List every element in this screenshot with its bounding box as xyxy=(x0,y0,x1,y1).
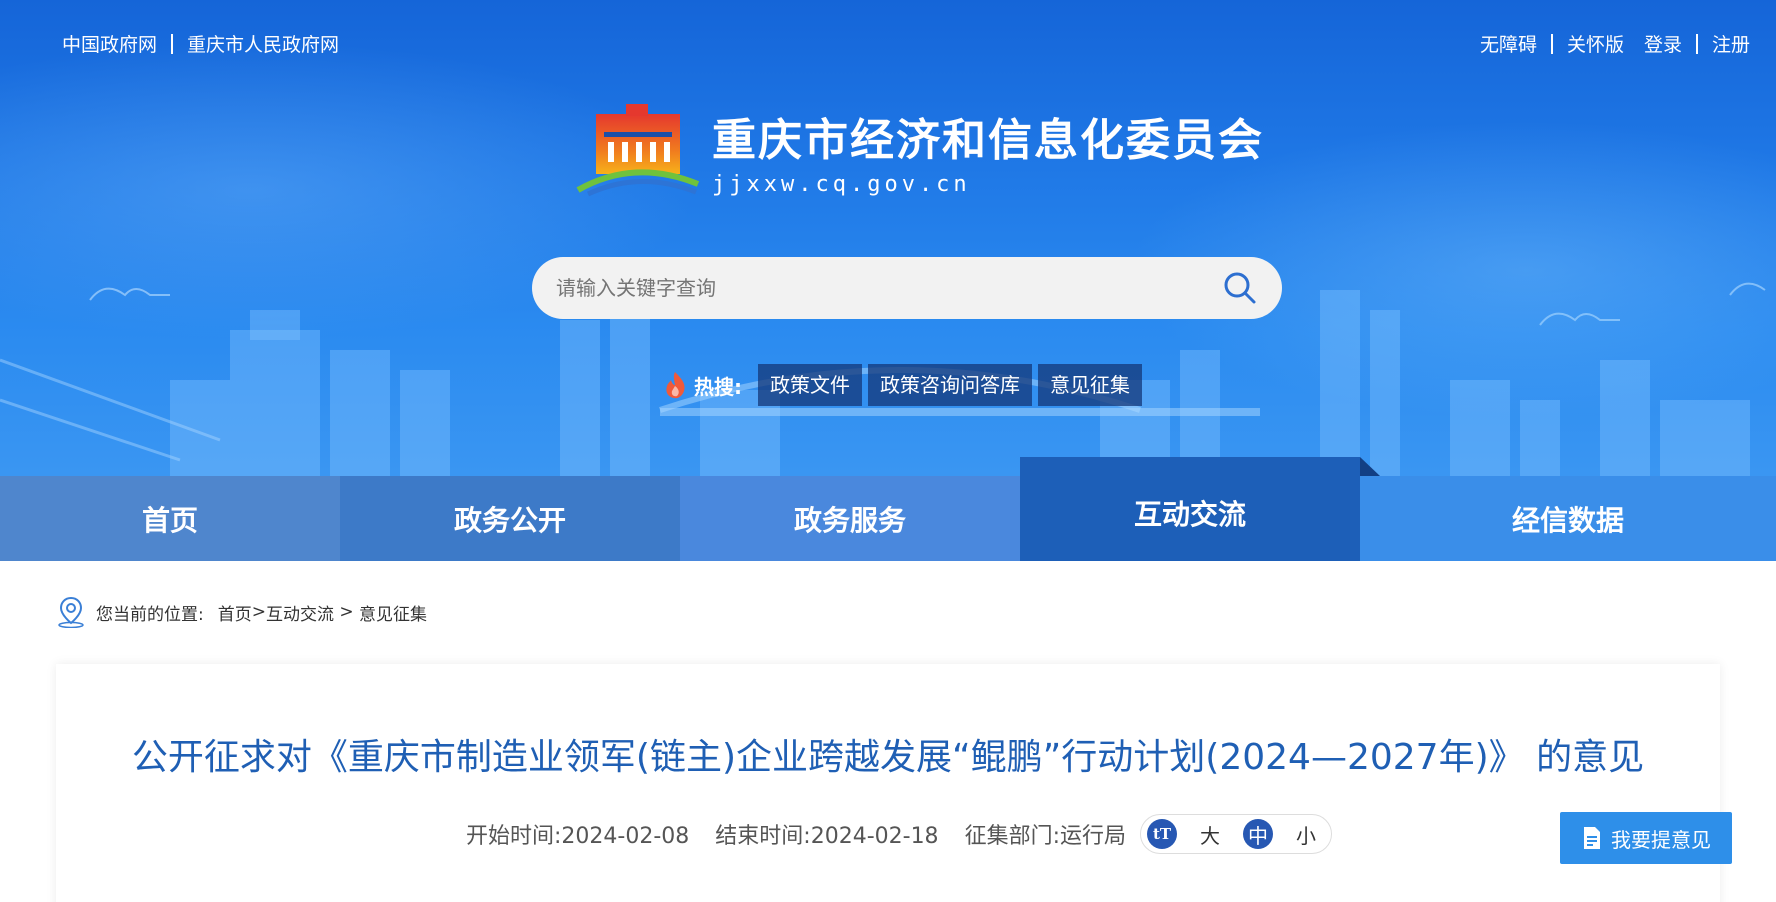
breadcrumb-separator: > xyxy=(333,602,360,622)
breadcrumb: 您当前的位置: 首页 > 互动交流 > 意见征集 xyxy=(56,596,427,628)
site-logo[interactable]: 重庆市经济和信息化委员会 jjxxw.cq.gov.cn xyxy=(574,100,1264,200)
top-links-right: 无障碍 关怀版 登录 注册 xyxy=(1480,30,1750,57)
breadcrumb-home[interactable]: 首页 xyxy=(218,600,252,625)
top-links-left: 中国政府网 重庆市人民政府网 xyxy=(62,30,339,57)
link-divider xyxy=(1550,33,1553,54)
font-size-icon: tT xyxy=(1147,819,1177,849)
article-card: 公开征求对《重庆市制造业领军(链主)企业跨越发展“鲲鹏”行动计划(2024—20… xyxy=(56,664,1732,902)
department-label: 征集部门: xyxy=(964,824,1060,849)
end-time-value: 2024-02-18 xyxy=(810,824,939,849)
location-pin-icon xyxy=(58,596,84,628)
site-title: 重庆市经济和信息化委员会 xyxy=(712,114,1264,166)
breadcrumb-separator: > xyxy=(251,602,266,622)
hot-tag-policy-qa[interactable]: 政策咨询问答库 xyxy=(868,364,1032,406)
department-value: 运行局 xyxy=(1059,824,1126,849)
link-register[interactable]: 注册 xyxy=(1712,30,1750,57)
department: 征集部门:运行局 xyxy=(965,818,1126,850)
article-meta: 开始时间:2024-02-08 结束时间:2024-02-18 征集部门:运行局… xyxy=(466,814,1332,854)
breadcrumb-interaction[interactable]: 互动交流 xyxy=(266,600,334,625)
header-banner: 中国政府网 重庆市人民政府网 无障碍 关怀版 登录 注册 重庆市经济和信息化委员… xyxy=(0,0,1776,476)
search-icon[interactable] xyxy=(1222,270,1258,306)
link-divider xyxy=(171,33,174,54)
link-accessibility[interactable]: 无障碍 xyxy=(1480,30,1537,57)
hot-tag-policy-docs[interactable]: 政策文件 xyxy=(758,364,862,406)
breadcrumb-prefix: 您当前的位置: xyxy=(96,604,204,625)
nav-interaction[interactable]: 互动交流 xyxy=(1020,457,1380,561)
nav-home[interactable]: 首页 xyxy=(0,476,340,561)
font-size-large[interactable]: 大 xyxy=(1195,819,1225,849)
font-size-small[interactable]: 小 xyxy=(1291,819,1321,849)
site-url: jjxxw.cq.gov.cn xyxy=(712,171,971,197)
link-divider xyxy=(1695,33,1698,54)
fire-icon xyxy=(666,372,685,399)
nav-data[interactable]: 经信数据 xyxy=(1360,476,1776,561)
font-size-medium[interactable]: 中 xyxy=(1243,819,1273,849)
article-title: 公开征求对《重庆市制造业领军(链主)企业跨越发展“鲲鹏”行动计划(2024—20… xyxy=(131,737,1645,778)
link-login[interactable]: 登录 xyxy=(1644,30,1682,57)
submit-opinion-label: 我要提意见 xyxy=(1611,827,1711,852)
nav-gov-affairs[interactable]: 政务公开 xyxy=(340,476,680,561)
start-time: 开始时间:2024-02-08 xyxy=(466,818,689,850)
breadcrumb-opinion[interactable]: 意见征集 xyxy=(359,600,427,625)
link-gov-cn[interactable]: 中国政府网 xyxy=(62,30,157,57)
document-edit-icon xyxy=(1584,827,1600,849)
search-input[interactable] xyxy=(556,276,1196,300)
end-time: 结束时间:2024-02-18 xyxy=(715,818,938,850)
hot-search: 热搜: 政策文件 政策咨询问答库 意见征集 xyxy=(662,364,1148,406)
end-time-label: 结束时间: xyxy=(715,824,811,849)
search-box xyxy=(532,257,1282,319)
hot-search-label: 热搜: xyxy=(694,374,742,399)
start-time-label: 开始时间: xyxy=(466,824,562,849)
font-size-switcher: tT 大 中 小 xyxy=(1140,814,1332,854)
link-cq-gov[interactable]: 重庆市人民政府网 xyxy=(187,30,339,57)
link-care-version[interactable]: 关怀版 xyxy=(1567,30,1624,57)
nav-gov-services[interactable]: 政务服务 xyxy=(680,476,1020,561)
main-nav: 首页 政务公开 政务服务 互动交流 经信数据 xyxy=(0,457,1776,561)
hot-tag-opinion[interactable]: 意见征集 xyxy=(1038,364,1142,406)
start-time-value: 2024-02-08 xyxy=(561,824,690,849)
emblem-logo-icon xyxy=(576,104,700,197)
submit-opinion-button[interactable]: 我要提意见 xyxy=(1560,812,1732,864)
